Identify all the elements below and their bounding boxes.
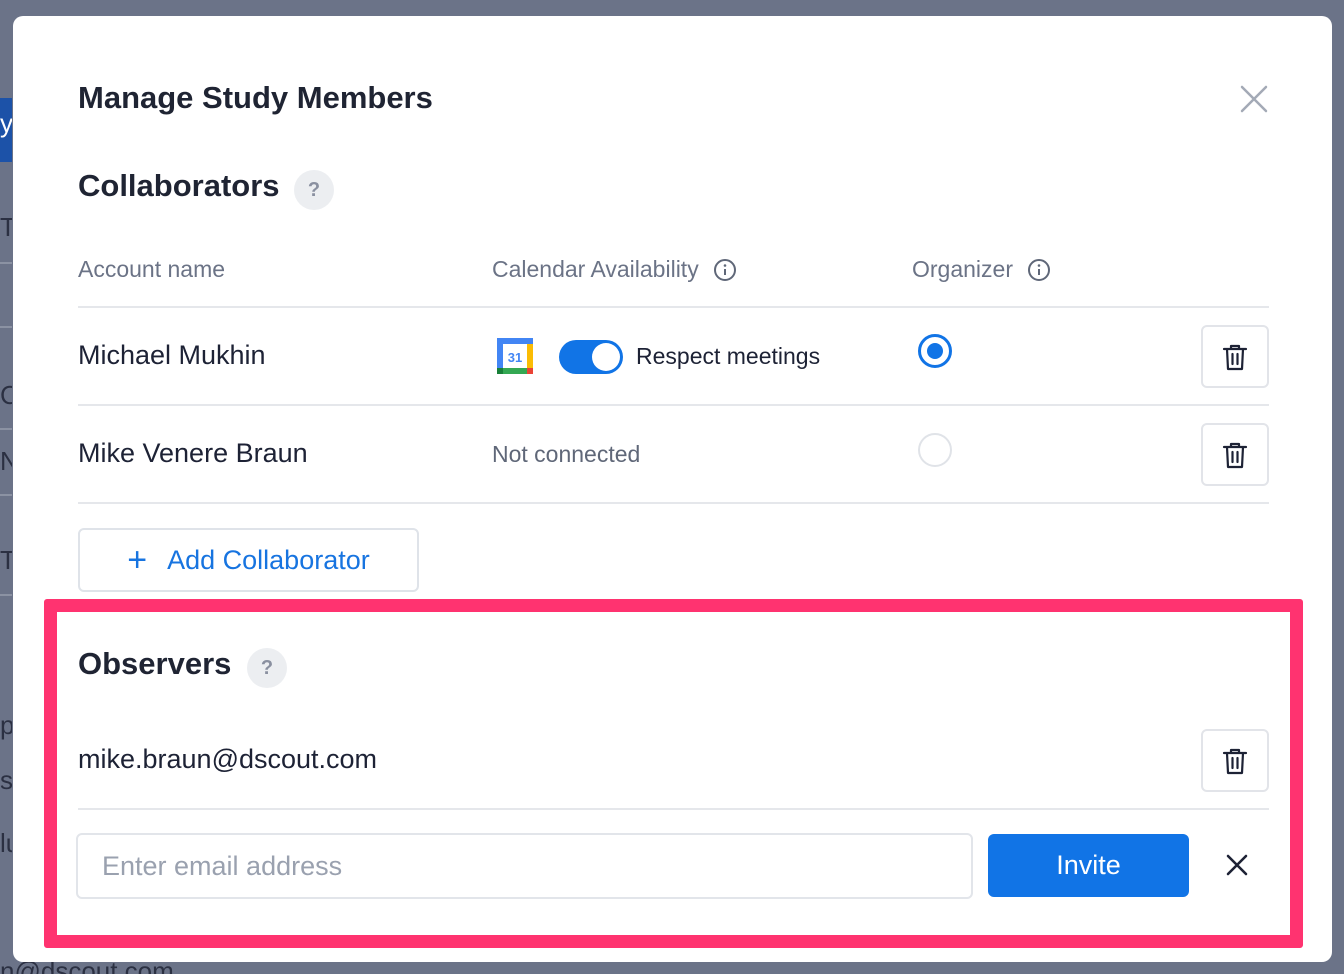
background-text-fragment: y [0, 108, 12, 138]
column-header-calendar-availability: Calendar Availability [492, 256, 737, 283]
background-divider [0, 326, 12, 328]
plus-icon: + [127, 541, 148, 579]
add-collaborator-label: Add Collaborator [167, 544, 370, 575]
calendar-date-text: 31 [508, 350, 522, 365]
observer-email-input[interactable] [76, 833, 973, 899]
delete-collaborator-button[interactable] [1201, 423, 1269, 486]
table-divider [78, 502, 1269, 504]
collaborators-heading: Collaborators [78, 168, 280, 203]
background-divider [0, 494, 12, 496]
background-divider [0, 262, 12, 264]
calendar-status-label: Respect meetings [636, 343, 821, 369]
background-text-fragment: Co [0, 380, 12, 410]
info-icon[interactable] [713, 258, 737, 282]
close-icon [1240, 85, 1268, 113]
manage-members-modal: Manage Study Members Collaborators ? Acc… [13, 16, 1332, 962]
calendar-status-label: Not connected [492, 441, 641, 467]
background-divider [0, 428, 12, 430]
close-icon [1226, 854, 1248, 876]
delete-collaborator-button[interactable] [1201, 325, 1269, 388]
respect-meetings-toggle[interactable] [559, 340, 623, 374]
background-text-fragment: Ty [0, 545, 12, 575]
background-text-fragment: s [0, 765, 12, 795]
background-text-fragment: lu [0, 828, 12, 858]
close-modal-button[interactable] [1235, 80, 1273, 118]
background-text-fragment: To [0, 212, 12, 242]
table-divider [78, 306, 1269, 308]
column-header-label: Organizer [912, 256, 1013, 282]
trash-icon [1222, 748, 1248, 774]
invite-button[interactable]: Invite [988, 834, 1189, 897]
observer-email: mike.braun@dscout.com [78, 744, 378, 774]
info-icon[interactable] [1027, 258, 1051, 282]
background-text-fragment: pe [0, 710, 12, 740]
add-collaborator-button[interactable]: + Add Collaborator [78, 528, 419, 592]
collaborator-name: Michael Mukhin [78, 340, 266, 370]
trash-icon [1222, 344, 1248, 370]
observers-heading: Observers [78, 646, 232, 681]
organizer-radio-michael[interactable] [918, 334, 952, 368]
observers-divider [78, 808, 1269, 810]
column-header-account-name: Account name [78, 256, 225, 283]
organizer-radio-mike[interactable] [918, 433, 952, 467]
collaborator-name: Mike Venere Braun [78, 438, 308, 468]
column-header-organizer: Organizer [912, 256, 1051, 283]
background-divider [0, 594, 12, 596]
column-header-label: Account name [78, 256, 226, 282]
column-header-label: Calendar Availability [492, 256, 699, 282]
table-divider [78, 404, 1269, 406]
collaborators-help-icon[interactable]: ? [294, 170, 334, 210]
delete-observer-button[interactable] [1201, 729, 1269, 792]
modal-title: Manage Study Members [78, 80, 433, 115]
trash-icon [1222, 442, 1248, 468]
toggle-knob [592, 343, 620, 371]
cancel-invite-button[interactable] [1222, 850, 1252, 880]
google-calendar-icon: 31 [497, 338, 533, 379]
observers-help-icon[interactable]: ? [247, 648, 287, 688]
background-text-fragment: Ne [0, 446, 12, 476]
